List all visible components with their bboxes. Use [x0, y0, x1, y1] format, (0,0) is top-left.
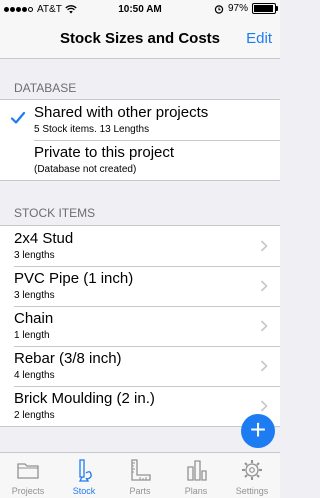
tab-bar: Projects Stock Parts Plans Settings	[0, 452, 280, 498]
item-title: 2x4 Stud	[14, 230, 74, 247]
stock-item-pvc-pipe[interactable]: PVC Pipe (1 inch) 3 lengths	[0, 266, 280, 306]
stock-items-section-header: STOCK ITEMS	[14, 206, 96, 220]
tab-label: Settings	[235, 486, 269, 496]
edit-button[interactable]: Edit	[246, 30, 272, 47]
chevron-right-icon	[260, 320, 268, 332]
item-title: Chain	[14, 310, 54, 327]
option-subtitle: (Database not created)	[34, 164, 137, 175]
status-right: 97%	[214, 3, 278, 14]
database-section-header: DATABASE	[14, 81, 77, 95]
page-title: Stock Sizes and Costs	[59, 30, 221, 47]
tab-label: Projects	[11, 486, 45, 496]
item-subtitle: 2 lengths	[14, 410, 55, 421]
item-subtitle: 4 lengths	[14, 370, 55, 381]
stock-item-brick-moulding[interactable]: Brick Moulding (2 in.) 2 lengths	[0, 386, 280, 426]
tab-parts[interactable]: Parts	[112, 453, 168, 498]
stock-item-rebar[interactable]: Rebar (3/8 inch) 4 lengths	[0, 346, 280, 386]
chevron-right-icon	[260, 360, 268, 372]
checkmark-icon	[10, 111, 26, 124]
item-title: Brick Moulding (2 in.)	[14, 390, 155, 407]
chevron-right-icon	[260, 240, 268, 252]
gear-icon	[242, 460, 262, 480]
chevron-right-icon	[260, 280, 268, 292]
status-bar: AT&T 10:50 AM 97%	[0, 0, 280, 20]
option-subtitle: 5 Stock items. 13 Lengths	[34, 124, 150, 135]
add-stock-button[interactable]: +	[241, 414, 275, 448]
item-subtitle: 1 length	[14, 330, 50, 341]
item-title: Rebar (3/8 inch)	[14, 350, 122, 367]
tab-label: Parts	[129, 486, 151, 496]
tab-label: Stock	[72, 486, 96, 496]
stock-item-chain[interactable]: Chain 1 length	[0, 306, 280, 346]
stock-item-2x4-stud[interactable]: 2x4 Stud 3 lengths	[0, 226, 280, 266]
database-option-shared[interactable]: Shared with other projects 5 Stock items…	[0, 100, 280, 140]
option-title: Private to this project	[34, 144, 175, 161]
tab-projects[interactable]: Projects	[0, 453, 56, 498]
battery-icon	[252, 3, 278, 14]
bar-chart-icon	[187, 460, 207, 481]
database-option-private[interactable]: Private to this project (Database not cr…	[0, 140, 280, 180]
tab-label: Plans	[184, 486, 208, 496]
option-title: Shared with other projects	[34, 104, 209, 121]
nav-bar: Stock Sizes and Costs Edit	[0, 20, 280, 59]
tab-stock[interactable]: Stock	[56, 453, 112, 498]
ruler-icon	[131, 459, 151, 481]
stock-items-list: 2x4 Stud 3 lengths PVC Pipe (1 inch) 3 l…	[0, 225, 280, 427]
stock-icon	[78, 459, 92, 482]
tab-plans[interactable]: Plans	[168, 453, 224, 498]
item-subtitle: 3 lengths	[14, 290, 55, 301]
item-subtitle: 3 lengths	[14, 250, 55, 261]
tab-settings[interactable]: Settings	[224, 453, 280, 498]
chevron-right-icon	[260, 400, 268, 412]
battery-percent: 97%	[227, 3, 248, 14]
alarm-icon	[214, 4, 224, 14]
item-title: PVC Pipe (1 inch)	[14, 270, 134, 287]
folder-icon	[17, 463, 39, 479]
database-group: Shared with other projects 5 Stock items…	[0, 99, 280, 181]
